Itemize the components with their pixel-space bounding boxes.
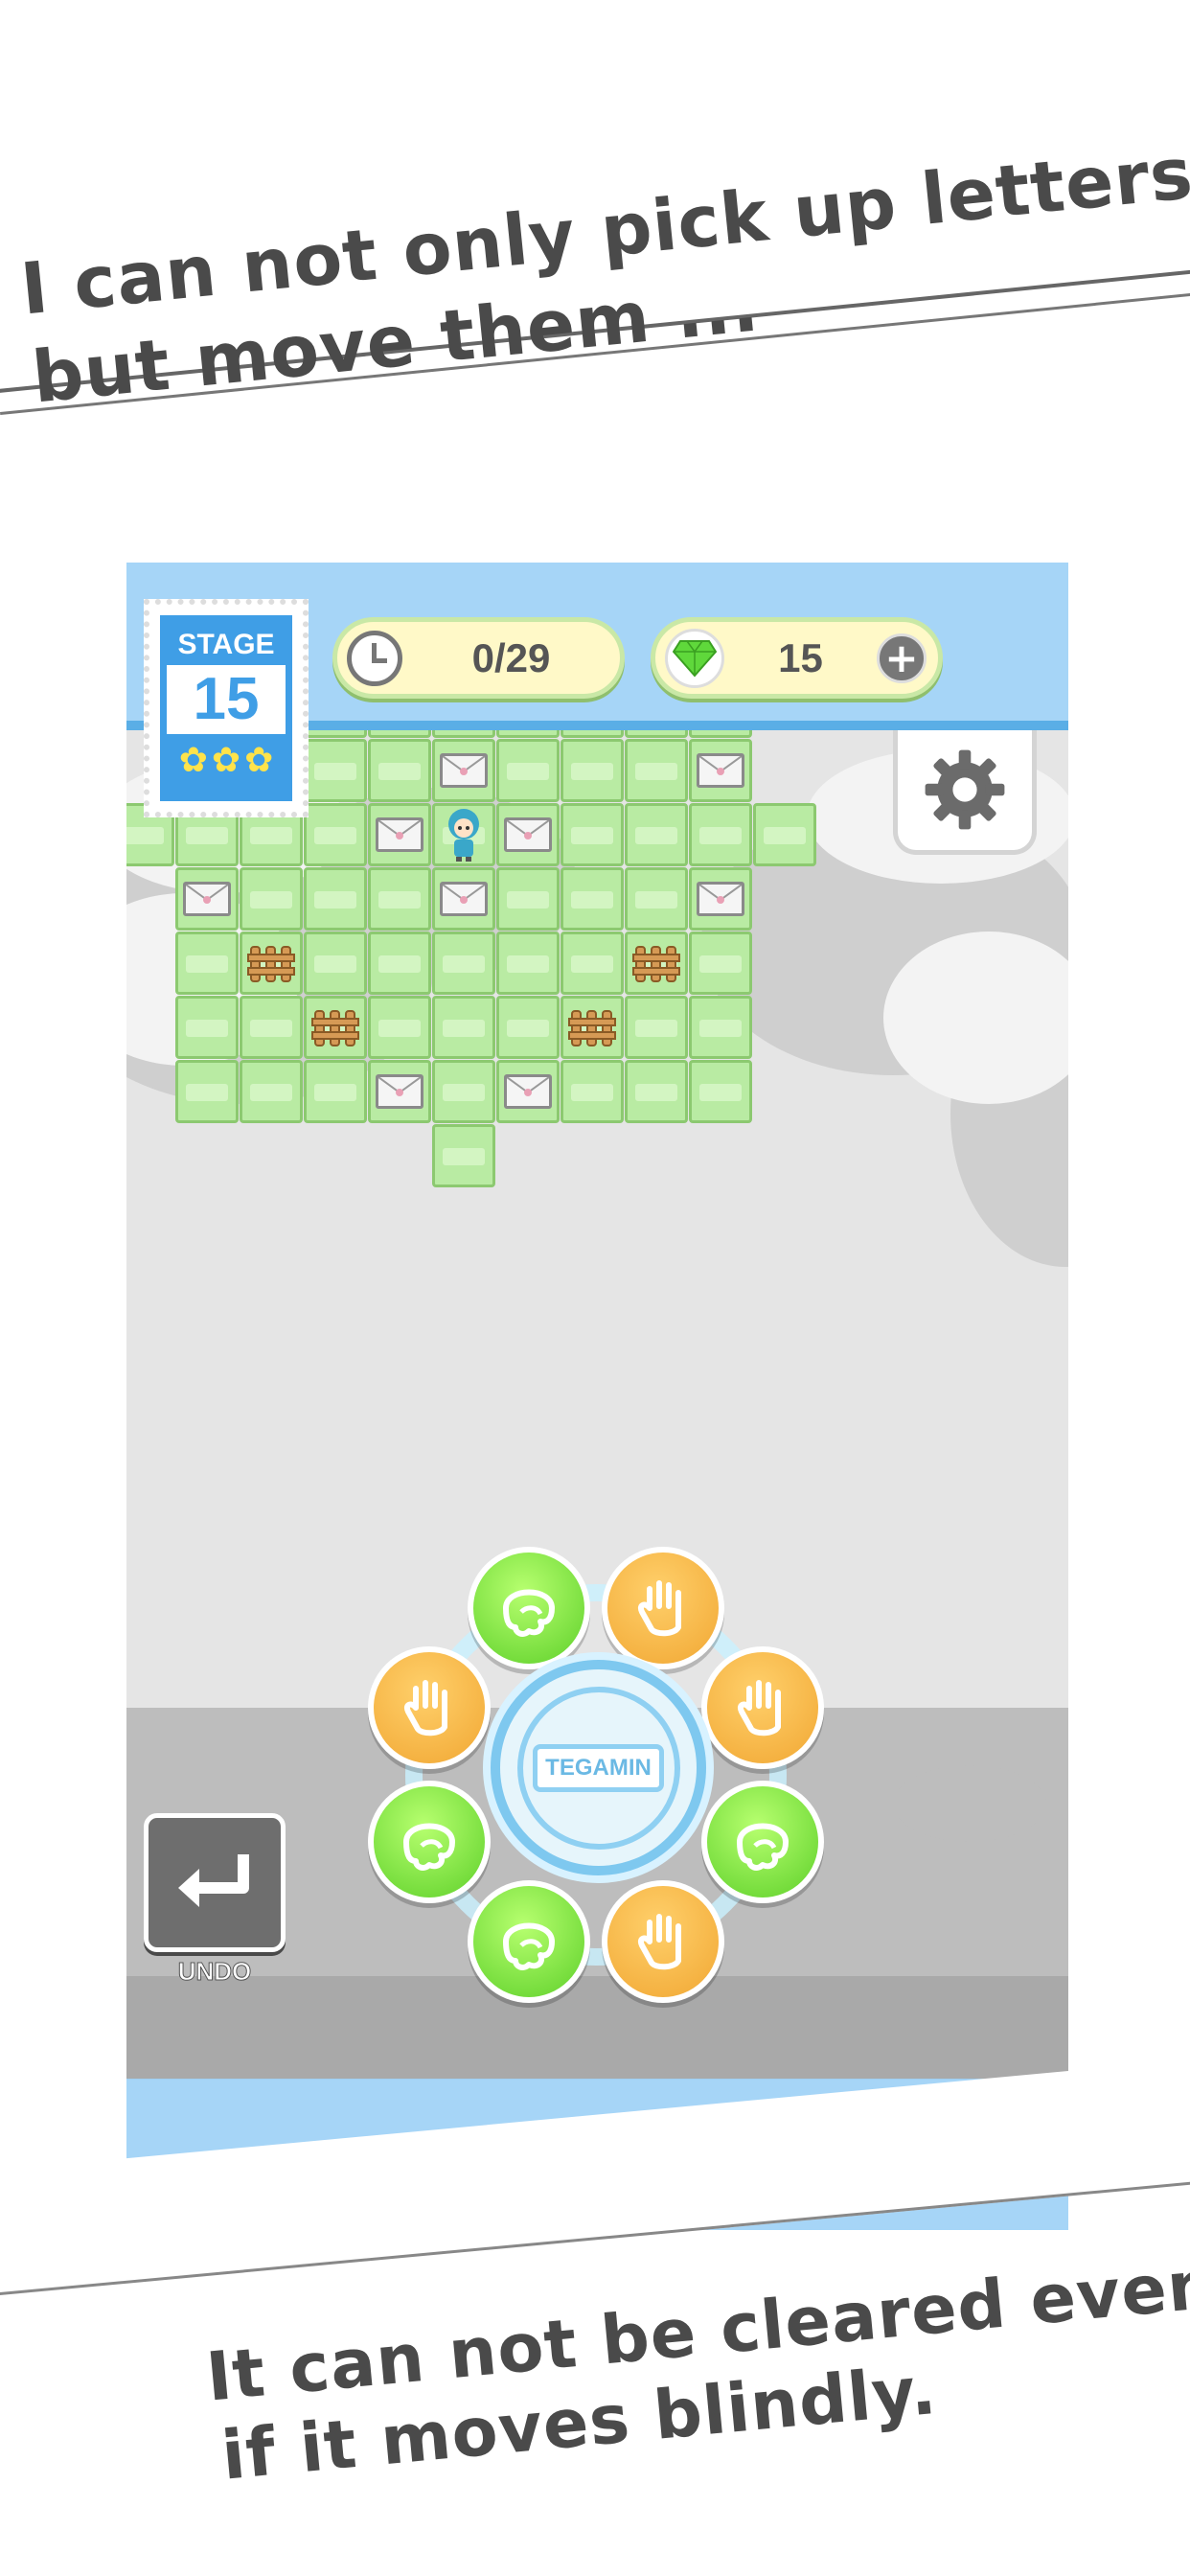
plus-icon: + — [884, 633, 919, 681]
game-screen: TEGAMIN UNDO STAGE 15 ✿ ✿ ✿ 0/29 15 + — [126, 563, 1068, 2230]
moves-counter: 0/29 — [332, 617, 625, 699]
gear-icon — [925, 749, 1005, 829]
open-hand-direction-button[interactable] — [602, 1546, 725, 1669]
grab-direction-button[interactable] — [467, 1546, 590, 1669]
player-character-icon — [440, 805, 488, 862]
open-hand-direction-button[interactable] — [701, 1645, 825, 1769]
open-hand-icon — [638, 1579, 682, 1636]
gems-counter: 15 + — [651, 617, 943, 699]
open-hand-direction-button[interactable] — [367, 1645, 491, 1769]
flower-star-icon: ✿ — [244, 741, 274, 780]
stage-stars: ✿ ✿ ✿ — [179, 744, 274, 778]
grab-hand-icon — [502, 1589, 555, 1637]
center-button-inner: TEGAMIN — [516, 1686, 680, 1850]
return-arrow-icon — [178, 1853, 249, 1907]
add-gems-button[interactable]: + — [877, 632, 927, 683]
grab-hand-icon — [502, 1922, 555, 1971]
play-area: TEGAMIN UNDO — [126, 730, 1068, 2079]
grab-direction-button[interactable] — [467, 1880, 590, 2004]
stage-label: STAGE — [177, 629, 275, 660]
stage-stamp: STAGE 15 ✿ ✿ ✿ — [144, 599, 309, 817]
center-button-label: TEGAMIN — [533, 1743, 664, 1792]
clock-icon — [347, 630, 402, 686]
settings-button[interactable] — [893, 730, 1037, 855]
undo-button[interactable] — [144, 1813, 286, 1952]
undo-label: UNDO — [177, 1957, 252, 1987]
grab-hand-icon — [402, 1823, 455, 1872]
open-hand-icon — [738, 1679, 782, 1736]
open-hand-icon — [638, 1914, 682, 1970]
gems-value: 15 — [778, 634, 823, 680]
center-button[interactable]: TEGAMIN — [491, 1660, 706, 1875]
grab-direction-button[interactable] — [367, 1781, 491, 1904]
flower-star-icon: ✿ — [211, 741, 241, 780]
grab-direction-button[interactable] — [701, 1781, 825, 1904]
stage-number: 15 — [167, 665, 286, 734]
moves-value: 0/29 — [471, 634, 551, 680]
open-hand-icon — [403, 1679, 447, 1736]
screenshot: I can not only pick up letters but move … — [0, 0, 1190, 2576]
diamond-icon — [665, 628, 724, 688]
open-hand-direction-button[interactable] — [602, 1880, 725, 2004]
grab-hand-icon — [737, 1823, 790, 1872]
flower-star-icon: ✿ — [178, 741, 208, 780]
stage-stamp-inner: STAGE 15 ✿ ✿ ✿ — [157, 612, 295, 804]
